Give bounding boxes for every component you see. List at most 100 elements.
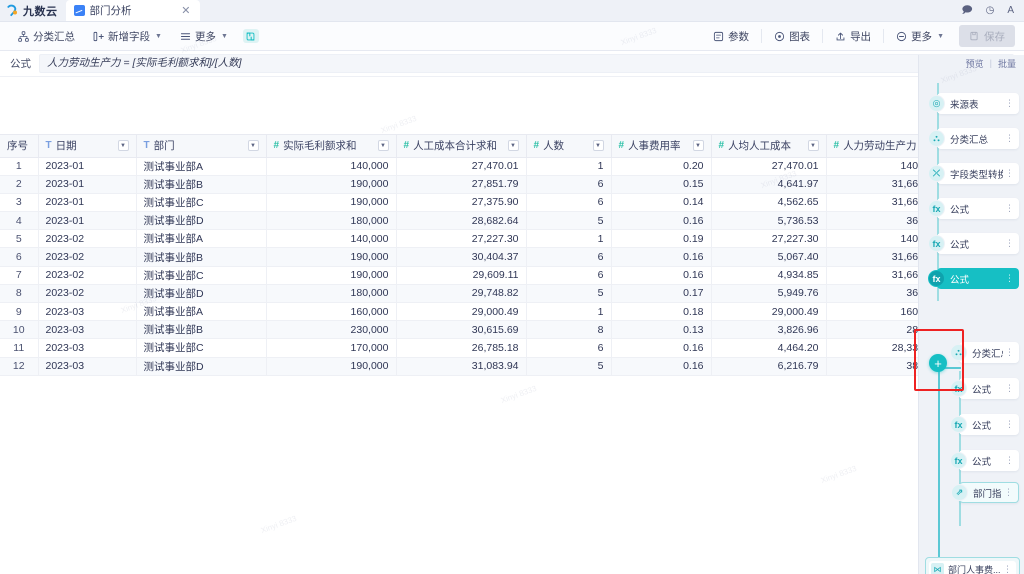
tab-department-analysis[interactable]: 部门分析 ✕ bbox=[65, 0, 200, 21]
node-type-convert[interactable]: ⤫ 字段类型转换 ⋮ bbox=[928, 163, 1019, 184]
table-cell[interactable]: 2023-02 bbox=[38, 229, 137, 249]
table-cell[interactable]: 0.15 bbox=[611, 175, 712, 194]
table-cell[interactable]: 0.19 bbox=[611, 229, 712, 249]
table-cell[interactable]: 27,470.01 bbox=[711, 157, 827, 176]
table-row[interactable]: 8 2023-02 测试事业部D 180,000 29,748.82 5 0.17 5,949… bbox=[0, 284, 947, 304]
table-row[interactable]: 9 2023-03 测试事业部A 160,000 29,000.49 1 0.18 29,00… bbox=[0, 302, 947, 322]
column-header-2[interactable]: T 部门 ▼ bbox=[136, 135, 267, 158]
toolbar-more-right[interactable]: 更多 ▼ bbox=[887, 26, 953, 47]
table-cell[interactable]: 190,000 bbox=[266, 357, 397, 376]
table-cell[interactable]: 2023-03 bbox=[38, 357, 137, 376]
table-cell[interactable]: 2023-03 bbox=[38, 338, 137, 358]
column-filter-dropdown[interactable]: ▼ bbox=[507, 140, 519, 152]
table-row[interactable]: 6 2023-02 测试事业部B 190,000 30,404.37 6 0.16 5,067… bbox=[0, 247, 947, 267]
table-cell[interactable]: 2 bbox=[0, 175, 39, 194]
table-cell[interactable]: 27,851.79 bbox=[396, 175, 527, 194]
table-cell[interactable]: 4,562.65 bbox=[711, 193, 827, 213]
column-header-3[interactable]: # 实际毛利额求和 ▼ bbox=[266, 135, 397, 158]
notification-icon[interactable]: 🗩 bbox=[961, 5, 972, 16]
toolbar-more-left[interactable]: 更多 ▼ bbox=[171, 26, 237, 47]
node-formula-1[interactable]: fx 公式 ⋮ bbox=[928, 198, 1019, 219]
table-cell[interactable]: 3 bbox=[0, 193, 39, 213]
table-cell[interactable]: 10 bbox=[0, 320, 39, 340]
save-button[interactable]: 保存 bbox=[959, 25, 1015, 47]
column-header-0[interactable]: 序号 bbox=[0, 135, 39, 158]
node-menu-icon[interactable]: ⋮ bbox=[1003, 383, 1016, 394]
table-cell[interactable]: 0.16 bbox=[611, 247, 712, 267]
close-icon[interactable]: ✕ bbox=[179, 4, 192, 17]
table-cell[interactable]: 8 bbox=[526, 320, 612, 340]
table-cell[interactable]: 190,000 bbox=[266, 266, 397, 285]
table-row[interactable]: 4 2023-01 测试事业部D 180,000 28,682.64 5 0.16 5,736… bbox=[0, 211, 947, 231]
table-cell[interactable]: 测试事业部C bbox=[136, 338, 267, 358]
table-cell[interactable]: 30,615.69 bbox=[396, 320, 527, 340]
column-header-5[interactable]: # 人数 ▼ bbox=[526, 135, 612, 158]
table-cell[interactable]: 6 bbox=[526, 266, 612, 285]
table-cell[interactable]: 0.17 bbox=[611, 284, 712, 304]
node-formula-3[interactable]: fx 公式 ⋮ bbox=[928, 268, 1019, 289]
table-cell[interactable]: 140,000 bbox=[266, 229, 397, 249]
node-formula-2[interactable]: fx 公式 ⋮ bbox=[928, 233, 1019, 254]
table-cell[interactable]: 6 bbox=[526, 338, 612, 358]
table-cell[interactable]: 0.16 bbox=[611, 211, 712, 231]
refresh-icon[interactable] bbox=[242, 29, 259, 43]
column-filter-dropdown[interactable]: ▼ bbox=[247, 140, 259, 152]
table-cell[interactable]: 30,404.37 bbox=[396, 247, 527, 267]
node-menu-icon[interactable]: ⋮ bbox=[1003, 133, 1016, 144]
table-cell[interactable]: 11 bbox=[0, 338, 39, 358]
node-menu-icon[interactable]: ⋮ bbox=[1003, 168, 1016, 179]
formula-input[interactable]: 人力劳动生产力 = [实际毛利额求和]/[人数] bbox=[39, 54, 1014, 73]
table-cell[interactable]: 2023-01 bbox=[38, 211, 137, 231]
column-filter-dropdown[interactable]: ▼ bbox=[117, 140, 129, 152]
node-menu-icon[interactable]: ⋮ bbox=[1003, 203, 1016, 214]
table-cell[interactable]: 2023-02 bbox=[38, 247, 137, 267]
table-cell[interactable]: 0.18 bbox=[611, 302, 712, 322]
table-cell[interactable]: 27,375.90 bbox=[396, 193, 527, 213]
toolbar-chart[interactable]: 图表 bbox=[765, 26, 819, 47]
table-cell[interactable]: 230,000 bbox=[266, 320, 397, 340]
table-cell[interactable]: 160,000 bbox=[266, 302, 397, 322]
table-cell[interactable]: 测试事业部D bbox=[136, 211, 267, 231]
table-cell[interactable]: 0.14 bbox=[611, 193, 712, 213]
toolbar-parameters[interactable]: 参数 bbox=[704, 26, 758, 47]
add-node-button[interactable]: + bbox=[929, 354, 947, 372]
table-cell[interactable]: 8 bbox=[0, 284, 39, 304]
table-row[interactable]: 5 2023-02 测试事业部A 140,000 27,227.30 1 0.19 27,22… bbox=[0, 229, 947, 249]
table-cell[interactable]: 6 bbox=[526, 175, 612, 194]
table-row[interactable]: 10 2023-03 测试事业部B 230,000 30,615.69 8 0.13 3,82… bbox=[0, 320, 947, 340]
node-menu-icon[interactable]: ⋮ bbox=[1001, 564, 1014, 574]
table-cell[interactable]: 5 bbox=[526, 211, 612, 231]
table-cell[interactable]: 测试事业部A bbox=[136, 229, 267, 249]
node-menu-icon[interactable]: ⋮ bbox=[1003, 273, 1016, 284]
table-cell[interactable]: 0.13 bbox=[611, 320, 712, 340]
table-cell[interactable]: 5 bbox=[0, 229, 39, 249]
batch-link[interactable]: 批量 bbox=[998, 57, 1016, 70]
node-dept-metric[interactable]: ⇗ 部门指...⋮ bbox=[951, 482, 1019, 503]
table-row[interactable]: 2 2023-01 测试事业部B 190,000 27,851.79 6 0.15 4,641… bbox=[0, 175, 947, 194]
brand-logo[interactable]: 九数云 bbox=[0, 0, 66, 21]
node-menu-icon[interactable]: ⋮ bbox=[1003, 98, 1016, 109]
table-cell[interactable]: 1 bbox=[0, 157, 39, 176]
table-cell[interactable]: 29,000.49 bbox=[396, 302, 527, 322]
table-cell[interactable]: 2023-02 bbox=[38, 266, 137, 285]
table-cell[interactable]: 28,682.64 bbox=[396, 211, 527, 231]
toolbar-add-field[interactable]: 新增字段 ▼ bbox=[84, 26, 171, 47]
table-cell[interactable]: 29,748.82 bbox=[396, 284, 527, 304]
table-cell[interactable]: 测试事业部A bbox=[136, 157, 267, 176]
column-filter-dropdown[interactable]: ▼ bbox=[807, 140, 819, 152]
table-row[interactable]: 3 2023-01 测试事业部C 190,000 27,375.90 6 0.14 4,562… bbox=[0, 193, 947, 213]
table-cell[interactable]: 6 bbox=[0, 247, 39, 267]
node-menu-icon[interactable]: ⋮ bbox=[1003, 238, 1016, 249]
table-cell[interactable]: 12 bbox=[0, 357, 39, 376]
table-cell[interactable]: 0.20 bbox=[611, 157, 712, 176]
table-cell[interactable]: 180,000 bbox=[266, 211, 397, 231]
table-cell[interactable]: 140,000 bbox=[266, 157, 397, 176]
node-group-1[interactable]: ⛬ 分类汇总 ⋮ bbox=[928, 128, 1019, 149]
table-cell[interactable]: 26,785.18 bbox=[396, 338, 527, 358]
history-icon[interactable]: ◷ bbox=[986, 5, 995, 16]
table-cell[interactable]: 测试事业部D bbox=[136, 284, 267, 304]
table-cell[interactable]: 5,067.40 bbox=[711, 247, 827, 267]
table-row[interactable]: 11 2023-03 测试事业部C 170,000 26,785.18 6 0.16 4,46… bbox=[0, 338, 947, 358]
account-icon[interactable]: A bbox=[1007, 5, 1014, 16]
table-cell[interactable]: 5 bbox=[526, 284, 612, 304]
